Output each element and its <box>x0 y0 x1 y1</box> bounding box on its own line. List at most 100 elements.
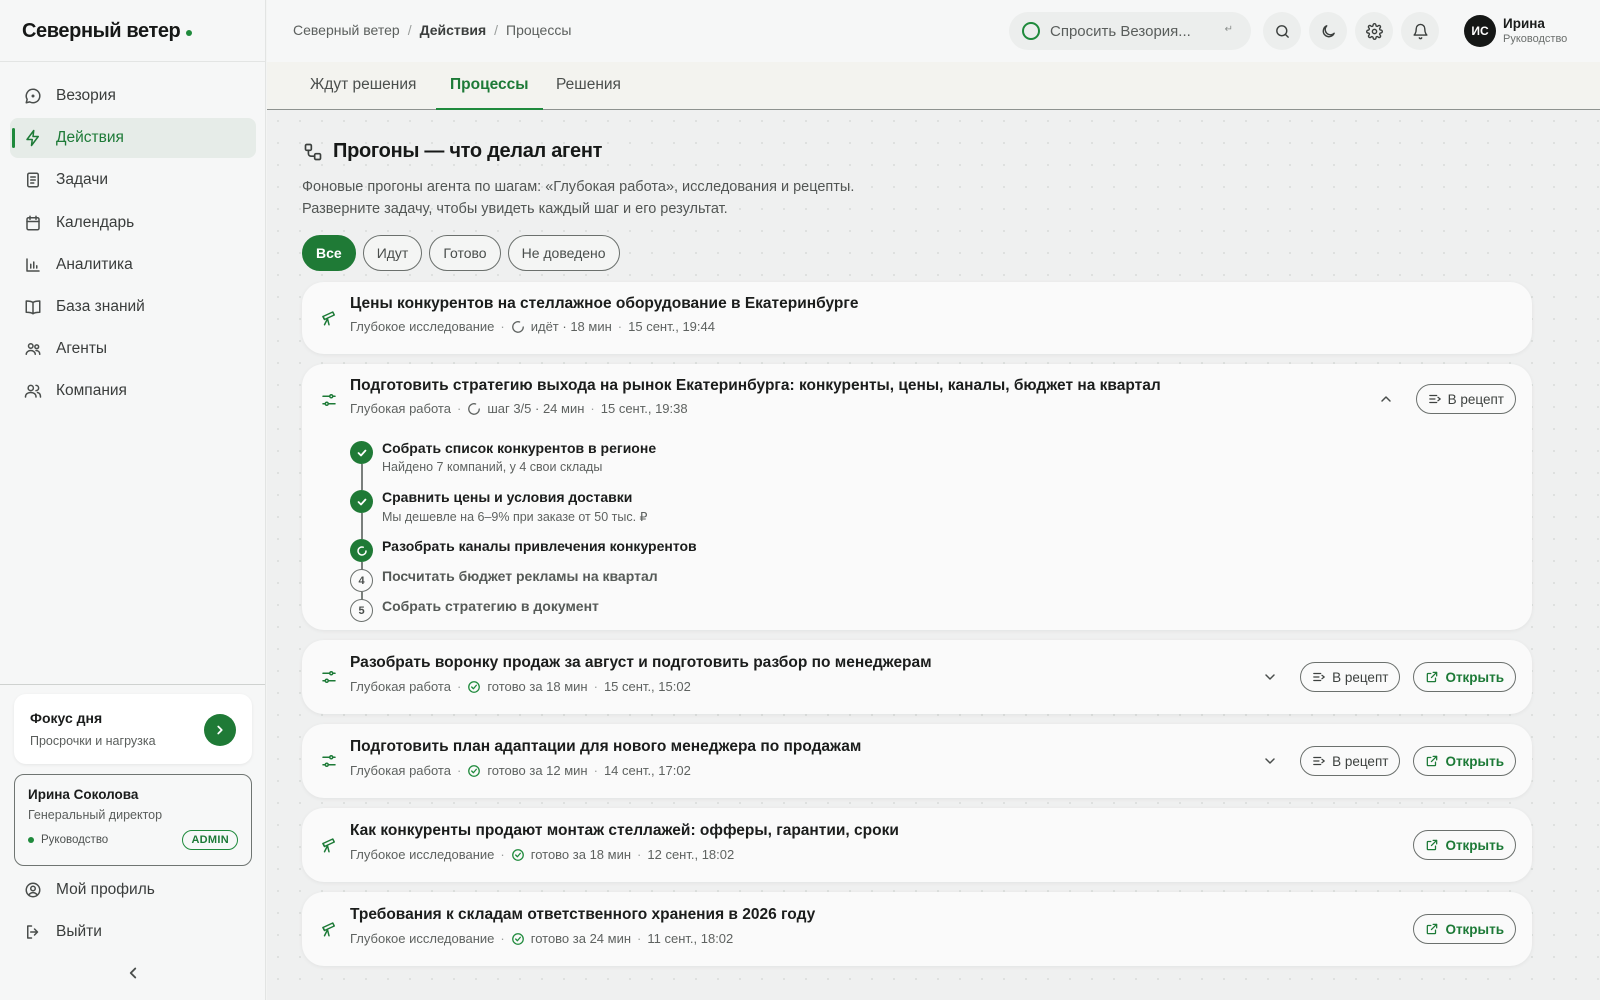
focus-card[interactable]: Фокус дня Просрочки и нагрузка <box>14 694 252 764</box>
external-link-icon <box>1427 671 1438 683</box>
sliders-icon <box>322 671 336 683</box>
user-card-name: Ирина Соколова <box>28 787 139 802</box>
logo-dot <box>186 29 193 36</box>
chevron-up-icon[interactable] <box>1378 391 1394 407</box>
sidebar-item-label: Задачи <box>56 171 109 189</box>
external-link-icon <box>1427 839 1438 851</box>
breadcrumb-item[interactable]: Действия <box>420 22 487 38</box>
header-user[interactable]: Ирина Руководство <box>1503 16 1567 45</box>
breadcrumb-item[interactable]: Северный ветер <box>293 22 400 38</box>
run-actions: В рецепт Открыть <box>1262 746 1516 776</box>
company-icon <box>24 384 42 399</box>
to-recipe-label: В рецепт <box>1447 391 1504 407</box>
book-icon <box>25 300 41 315</box>
run-card-expanded[interactable]: Подготовить стратегию выхода на рынок Ек… <box>302 364 1532 630</box>
user-card-dept: Руководство <box>28 834 108 846</box>
user-card[interactable]: Ирина Соколова Генеральный директор Руко… <box>14 774 252 866</box>
notifications-button[interactable] <box>1401 12 1439 50</box>
step-running-icon <box>350 539 373 562</box>
ask-assistant-input[interactable]: Спросить Везория... ↵ <box>1009 12 1251 50</box>
sidebar-item-label: Везория <box>56 87 116 104</box>
sliders-icon <box>322 755 336 767</box>
run-card[interactable]: Подготовить план адаптации для нового ме… <box>302 724 1532 798</box>
focus-go-button[interactable] <box>204 714 236 746</box>
run-status: готово за 18 мин <box>487 679 588 694</box>
run-status: шаг 3/5 · 24 мин <box>487 401 585 416</box>
bolt-icon <box>26 129 39 147</box>
tab-decisions[interactable]: Решения <box>542 62 635 110</box>
page-description: Фоновые прогоны агента по шагам: «Глубок… <box>302 176 854 220</box>
sidebar-item-knowledge-base[interactable]: База знаний <box>10 287 256 327</box>
open-button[interactable]: Открыть <box>1413 662 1516 692</box>
sidebar-item-calendar[interactable]: Календарь <box>10 203 256 243</box>
filter-unfinished[interactable]: Не доведено <box>507 235 620 271</box>
sidebar-item-logout[interactable]: Выйти <box>10 912 256 952</box>
app-logo[interactable]: Северный ветер <box>22 20 193 43</box>
run-meta: Глубокое исследование · готово за 24 мин ·… <box>350 931 734 946</box>
sidebar-item-tasks[interactable]: Задачи <box>10 160 256 200</box>
header-user-role: Руководство <box>1503 33 1568 45</box>
logout-icon <box>27 925 39 940</box>
to-recipe-button[interactable]: В рецепт <box>1300 746 1401 776</box>
run-title: Разобрать воронку продаж за август и под… <box>350 654 932 671</box>
bar-chart-icon <box>26 258 40 272</box>
recipe-icon <box>1428 394 1441 404</box>
open-button[interactable]: Открыть <box>1413 830 1516 860</box>
tab-processes[interactable]: Процессы <box>436 62 543 110</box>
run-card[interactable]: Цены конкурентов на стеллажное оборудова… <box>302 282 1532 354</box>
top-header: Северный ветер / Действия / Процессы Спр… <box>267 0 1600 62</box>
sidebar-item-label: Агенты <box>56 340 108 358</box>
chevron-down-icon[interactable] <box>1262 753 1278 769</box>
telescope-icon <box>322 838 335 853</box>
page-description-line: Разверните задачу, чтобы увидеть каждый … <box>302 201 728 217</box>
tab-pending-decisions[interactable]: Ждут решения <box>296 62 430 110</box>
sidebar-item-company[interactable]: Компания <box>10 371 256 411</box>
filter-done[interactable]: Готово <box>429 235 501 271</box>
task-list-icon <box>27 172 39 188</box>
sidebar-nav: Везория Действия Задачи Календарь Аналит… <box>10 76 256 414</box>
to-recipe-button[interactable]: В рецепт <box>1415 384 1516 414</box>
run-type: Глубокое исследование <box>350 319 495 334</box>
open-button[interactable]: Открыть <box>1413 746 1516 776</box>
workflow-icon <box>304 143 322 160</box>
sidebar-item-analytics[interactable]: Аналитика <box>10 245 256 285</box>
breadcrumb: Северный ветер / Действия / Процессы <box>293 22 571 38</box>
run-card[interactable]: Как конкуренты продают монтаж стеллажей:… <box>302 808 1532 882</box>
search-icon <box>1275 24 1289 38</box>
run-type: Глубокая работа <box>350 679 451 694</box>
sidebar-item-vezoriya[interactable]: Везория <box>10 76 256 116</box>
sidebar-item-actions[interactable]: Действия <box>10 118 256 159</box>
status-filters: Все Идут Готово Не доведено <box>302 235 620 271</box>
open-button[interactable]: Открыть <box>1413 914 1516 944</box>
settings-button[interactable] <box>1355 12 1393 50</box>
telescope-icon <box>322 311 335 326</box>
filter-all[interactable]: Все <box>302 235 356 271</box>
main-content: Прогоны — что делал агент Фоновые прогон… <box>267 110 1600 1000</box>
gear-icon <box>1365 22 1383 40</box>
collapse-sidebar-icon[interactable] <box>124 964 142 982</box>
search-button[interactable] <box>1263 12 1301 50</box>
step-title: Собрать стратегию в документ <box>382 598 599 614</box>
step-result: Найдено 7 компаний, у 4 свои склады <box>382 460 603 474</box>
run-actions: Открыть <box>1413 830 1516 860</box>
theme-toggle-button[interactable] <box>1309 12 1347 50</box>
step-result: Мы дешевле на 6–9% при заказе от 50 тыс.… <box>382 510 648 524</box>
sidebar-item-agents[interactable]: Агенты <box>10 329 256 369</box>
page-description-line: Фоновые прогоны агента по шагам: «Глубок… <box>302 179 855 195</box>
to-recipe-label: В рецепт <box>1332 669 1389 685</box>
run-meta: Глубокая работа · шаг 3/5 · 24 мин · 15 се… <box>350 401 688 416</box>
check-circle-icon <box>468 764 481 777</box>
run-card[interactable]: Разобрать воронку продаж за август и под… <box>302 640 1532 714</box>
sliders-icon <box>322 394 336 406</box>
spinner-icon <box>468 402 481 415</box>
avatar[interactable]: ИС <box>1464 15 1496 47</box>
chevron-down-icon[interactable] <box>1262 669 1278 685</box>
sidebar-item-profile[interactable]: Мой профиль <box>10 870 256 910</box>
run-meta: Глубокая работа · готово за 18 мин · 15 се… <box>350 679 691 694</box>
filter-running[interactable]: Идут <box>362 235 423 271</box>
to-recipe-button[interactable]: В рецепт <box>1300 662 1401 692</box>
step-number-badge: 5 <box>350 599 373 622</box>
run-card[interactable]: Требования к складам ответственного хран… <box>302 892 1532 966</box>
run-actions: В рецепт Открыть <box>1262 662 1516 692</box>
run-date: 12 сент., 18:02 <box>647 847 735 862</box>
